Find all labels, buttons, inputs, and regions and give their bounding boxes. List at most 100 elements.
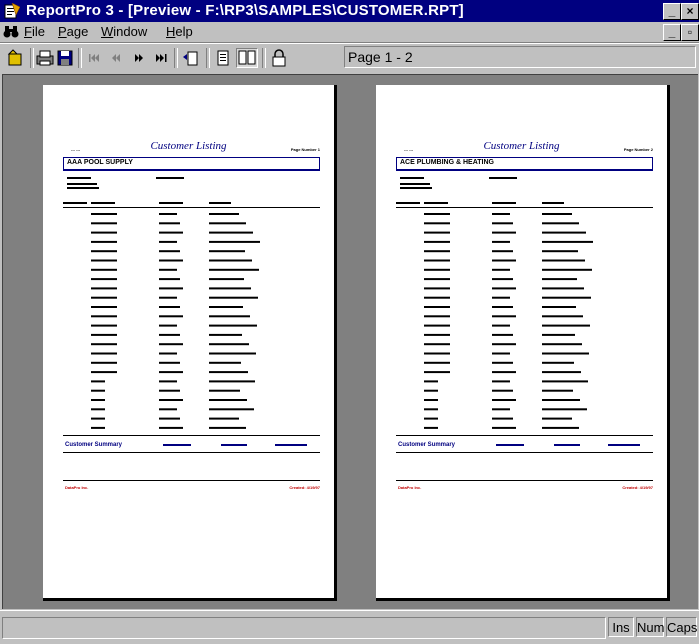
greeked-text bbox=[492, 315, 516, 318]
window-title: ReportPro 3 - [Preview - F:\RP3\SAMPLES\… bbox=[26, 2, 464, 19]
greeked-text bbox=[159, 333, 180, 336]
greeked-text bbox=[209, 343, 249, 346]
greeked-text bbox=[424, 306, 450, 308]
close-button[interactable]: × bbox=[681, 3, 699, 20]
status-bar: Ins Num Caps bbox=[0, 610, 699, 644]
greeked-text bbox=[424, 343, 450, 346]
greeked-text bbox=[209, 306, 243, 308]
greeked-text bbox=[492, 240, 510, 243]
greeked-text bbox=[91, 259, 117, 262]
greeked-text bbox=[492, 389, 513, 392]
greeked-text bbox=[209, 222, 246, 225]
goto-page-icon[interactable] bbox=[180, 48, 202, 68]
greeked-text bbox=[91, 306, 117, 308]
greeked-text bbox=[209, 278, 244, 281]
greeked-text bbox=[91, 399, 105, 401]
greeked-text bbox=[542, 250, 578, 253]
single-page-icon[interactable] bbox=[212, 48, 234, 68]
first-page-icon[interactable] bbox=[84, 48, 106, 68]
greeked-text bbox=[492, 361, 513, 364]
greeked-text bbox=[542, 399, 580, 401]
lock-icon[interactable] bbox=[268, 48, 290, 68]
greeked-text bbox=[424, 222, 450, 225]
minimize-button[interactable]: _ bbox=[663, 3, 681, 20]
greeked-text bbox=[159, 389, 180, 392]
greeked-text bbox=[91, 250, 117, 253]
greeked-text bbox=[91, 371, 117, 374]
menu-file[interactable]: File bbox=[24, 24, 45, 39]
greeked-text bbox=[424, 426, 438, 429]
greeked-text bbox=[209, 389, 240, 392]
greeked-text bbox=[542, 306, 576, 308]
greeked-text bbox=[159, 306, 180, 308]
toolbar-separator bbox=[78, 48, 82, 68]
preview-area[interactable]: --- --- Customer Listing Page Number 1 A… bbox=[2, 74, 698, 609]
summary-label: Customer Summary bbox=[65, 442, 123, 448]
greeked-text bbox=[542, 324, 590, 327]
greeked-text bbox=[159, 240, 177, 243]
greeked-text bbox=[159, 222, 180, 225]
greeked-text bbox=[542, 371, 581, 374]
greeked-text bbox=[492, 213, 510, 215]
greeked-text bbox=[209, 361, 241, 364]
greeked-text bbox=[159, 417, 180, 420]
save-icon[interactable] bbox=[54, 48, 76, 68]
greeked-text bbox=[209, 268, 259, 271]
two-page-button[interactable] bbox=[236, 48, 258, 68]
greeked-text bbox=[91, 324, 117, 327]
greeked-text bbox=[492, 287, 516, 290]
greeked-text bbox=[159, 213, 177, 215]
last-page-icon[interactable] bbox=[150, 48, 172, 68]
mdi-restore-button[interactable]: ▫ bbox=[681, 24, 699, 41]
footer-company: DataPro Inc. bbox=[65, 485, 89, 490]
greeked-text bbox=[492, 333, 513, 336]
menu-window[interactable]: Window bbox=[101, 24, 147, 39]
greeked-text bbox=[542, 408, 587, 411]
greeked-text bbox=[424, 417, 438, 420]
greeked-text bbox=[492, 259, 516, 262]
greeked-text bbox=[424, 315, 450, 318]
greeked-text bbox=[492, 426, 516, 429]
report-page-2: --- --- Customer Listing Page Number 2 A… bbox=[376, 85, 670, 601]
greeked-text bbox=[159, 426, 183, 429]
greeked-text bbox=[542, 296, 591, 299]
report-page-1: --- --- Customer Listing Page Number 1 A… bbox=[43, 85, 337, 601]
previous-page-icon[interactable] bbox=[106, 48, 128, 68]
greeked-text bbox=[159, 361, 180, 364]
greeked-text bbox=[159, 278, 180, 281]
menu-page[interactable]: Page bbox=[58, 24, 88, 39]
app-icon[interactable] bbox=[4, 3, 20, 19]
num-indicator: Num bbox=[636, 617, 664, 637]
greeked-text bbox=[542, 287, 584, 290]
greeked-text bbox=[424, 278, 450, 281]
greeked-text bbox=[492, 371, 516, 374]
greeked-text bbox=[91, 222, 117, 225]
print-icon[interactable] bbox=[34, 48, 56, 68]
greeked-text bbox=[91, 240, 117, 243]
title-bar[interactable]: ReportPro 3 - [Preview - F:\RP3\SAMPLES\… bbox=[0, 0, 699, 22]
greeked-text bbox=[91, 417, 105, 420]
greeked-text bbox=[209, 259, 252, 262]
greeked-text bbox=[424, 213, 450, 215]
greeked-text bbox=[159, 343, 183, 346]
greeked-text bbox=[159, 231, 183, 234]
menu-help[interactable]: Help bbox=[166, 24, 193, 39]
summary-label: Customer Summary bbox=[398, 442, 456, 448]
open-icon[interactable] bbox=[4, 48, 26, 68]
toolbar: Page 1 - 2 bbox=[0, 44, 699, 72]
greeked-text bbox=[91, 352, 117, 355]
greeked-text bbox=[91, 380, 105, 383]
next-page-icon[interactable] bbox=[128, 48, 150, 68]
greeked-text bbox=[424, 389, 438, 392]
footer-created: Created: 4/19/97 bbox=[289, 485, 320, 490]
greeked-text bbox=[492, 296, 510, 299]
binoculars-icon[interactable] bbox=[3, 24, 19, 40]
footer-created: Created: 4/19/97 bbox=[622, 485, 653, 490]
greeked-text bbox=[492, 343, 516, 346]
greeked-text bbox=[91, 389, 105, 392]
greeked-text bbox=[424, 231, 450, 234]
greeked-text bbox=[424, 240, 450, 243]
mdi-minimize-button[interactable]: _ bbox=[663, 24, 681, 41]
greeked-text bbox=[492, 324, 510, 327]
greeked-text bbox=[424, 380, 438, 383]
